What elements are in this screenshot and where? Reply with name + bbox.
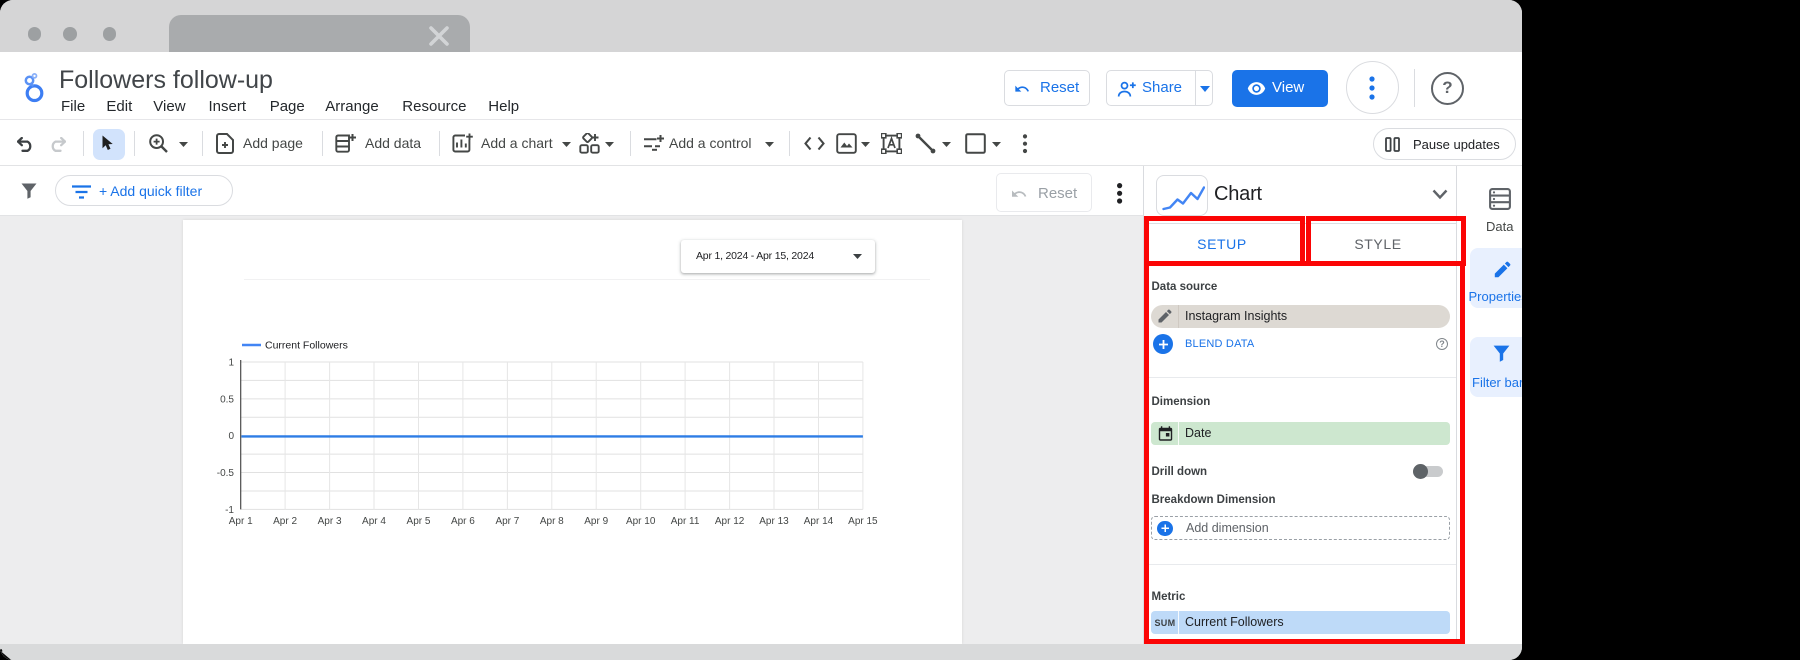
svg-text:Apr 1: Apr 1 bbox=[229, 516, 253, 527]
svg-text:Apr 11: Apr 11 bbox=[671, 516, 700, 527]
svg-text:1: 1 bbox=[228, 358, 234, 369]
svg-text:Apr 14: Apr 14 bbox=[804, 516, 834, 527]
svg-text:-0.5: -0.5 bbox=[217, 468, 235, 479]
svg-text:Apr 7: Apr 7 bbox=[495, 516, 519, 527]
svg-text:Current Followers: Current Followers bbox=[265, 340, 348, 352]
svg-text:Apr 10: Apr 10 bbox=[626, 516, 656, 527]
svg-text:Apr 9: Apr 9 bbox=[584, 516, 608, 527]
svg-text:Apr 4: Apr 4 bbox=[362, 516, 386, 527]
svg-text:Apr 3: Apr 3 bbox=[318, 516, 342, 527]
svg-text:Apr 15: Apr 15 bbox=[848, 516, 878, 527]
svg-text:0: 0 bbox=[228, 431, 234, 442]
svg-text:0.5: 0.5 bbox=[220, 394, 234, 405]
svg-text:-1: -1 bbox=[225, 505, 234, 516]
svg-text:Apr 12: Apr 12 bbox=[715, 516, 745, 527]
svg-text:Apr 13: Apr 13 bbox=[759, 516, 789, 527]
svg-text:Apr 6: Apr 6 bbox=[451, 516, 475, 527]
svg-text:Apr 5: Apr 5 bbox=[407, 516, 431, 527]
svg-text:Apr 2: Apr 2 bbox=[273, 516, 297, 527]
svg-text:Apr 8: Apr 8 bbox=[540, 516, 564, 527]
